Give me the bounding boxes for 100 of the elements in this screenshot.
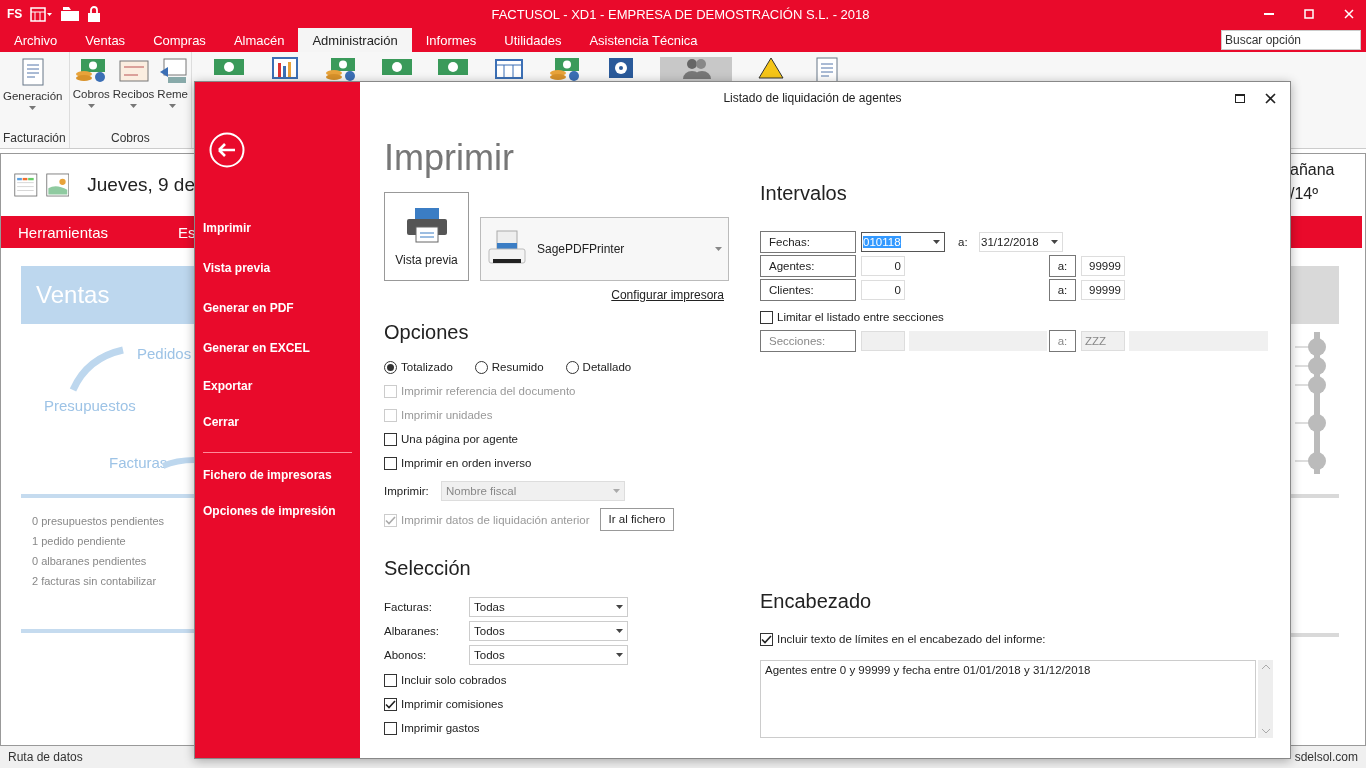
checkbox[interactable]: Incluir solo cobrados [384,668,507,692]
range-label: Secciones: [760,330,856,352]
filter-dropdown[interactable]: Todas [469,597,628,617]
configure-printer-link[interactable]: Configurar impresora [611,287,724,303]
people-icon [681,57,712,79]
sidebar-item[interactable]: Cerrar [203,404,352,440]
menu-tab[interactable]: Compras [139,28,220,52]
document-icon [20,58,45,86]
caret-icon [169,104,177,108]
page-heading: Imprimir [384,138,515,178]
group-label: Cobros [110,131,151,147]
section-tab[interactable]: Herramientas [18,223,109,241]
ribbon-icon-button[interactable] [660,57,733,81]
pending-item[interactable]: 2 facturas sin contabilizar [32,574,195,588]
menu-tab[interactable]: Archivo [0,28,72,52]
chart-icon [272,57,299,79]
date-from-field[interactable]: 010118 [861,232,945,252]
checkbox[interactable]: Imprimir gastos [384,716,480,740]
caret-icon [613,489,620,493]
lock-icon[interactable] [88,6,101,22]
app-logo: FS [7,7,23,21]
range-separator: a: [1049,330,1076,352]
maximize-icon[interactable] [1235,93,1245,103]
sidebar-item[interactable]: Exportar [203,368,352,404]
warning-icon [758,57,785,79]
weather-text: añana [1290,160,1336,180]
menu-tab[interactable]: Ventas [71,28,140,52]
go-to-file-button[interactable]: Ir al fichero [599,507,675,531]
menu-tab[interactable]: Asistencia Técnica [575,28,712,52]
table-icon[interactable] [14,170,38,200]
sidebar-item[interactable]: Vista previa [203,248,352,288]
weather-text: /14º [1290,184,1320,204]
menu-tab[interactable]: Almacén [219,28,299,52]
landscape-icon[interactable] [45,170,70,200]
sidebar-item[interactable]: Generar en PDF [203,288,352,328]
checkmark-icon [385,515,396,525]
group-label: Facturación [3,131,66,147]
range-from-field[interactable]: 0 [861,280,905,300]
pending-item[interactable]: 0 albaranes pendientes [32,554,195,568]
section-heading: Encabezado [760,590,873,612]
back-icon[interactable] [209,132,245,168]
caret-icon [29,106,37,110]
range-to-field[interactable]: 99999 [1081,280,1125,300]
ribbon-button[interactable]: Generación [3,52,63,131]
caret-icon [616,629,623,633]
banknote-icon [213,57,246,77]
field-label: Facturas: [384,601,433,613]
close-icon[interactable] [1265,92,1276,104]
section-from-field[interactable] [861,331,905,351]
coins-icon [75,58,108,84]
menu-tab[interactable]: Informes [411,28,491,52]
filter-dropdown[interactable]: Todos [469,621,628,641]
ribbon-button[interactable]: Cobros [72,52,110,131]
radio-button[interactable]: Totalizado [384,360,453,374]
sidebar-item[interactable]: Imprimir [203,208,352,248]
dialog-title: Listado de liquidación de agentes [722,91,903,105]
caret-icon [933,240,940,244]
caret-icon [616,605,623,609]
date-to-field[interactable]: 31/12/2018 [979,232,1063,252]
printer-icon [405,206,448,243]
search-field[interactable]: Buscar opción [1221,30,1361,50]
pending-item[interactable]: 0 presupuestos pendientes [32,514,195,528]
checkbox[interactable]: Incluir texto de límites en el encabezado del informe: [760,627,1046,651]
checkbox[interactable]: Limitar el listado entre secciones [760,305,944,329]
ribbon-button[interactable]: Reme [157,52,189,131]
range-from-field[interactable]: 0 [861,256,905,276]
range-label: Fechas: [760,231,856,253]
field-label: Albaranes: [384,625,440,637]
checkbox[interactable]: Imprimir en orden inverso [384,451,532,475]
field-label: Abonos: [384,649,428,661]
folder-icon[interactable] [60,6,81,22]
header-text-field[interactable]: Agentes entre 0 y 99999 y fecha entre 01/01/2018 y 31/12/2018 [760,660,1256,738]
window-title: FACTUSOL - XD1 - EMPRESA DE DEMOSTRACIÓN S.L. - 2018 [490,6,871,22]
sidebar-item[interactable]: Generar en EXCEL [203,328,352,368]
checkbox[interactable]: Una página por agente [384,427,518,451]
checkbox[interactable]: Imprimir comisiones [384,692,504,716]
sidebar-item[interactable]: Fichero de impresoras [203,457,352,493]
range-separator: a: [958,236,969,248]
range-to-field[interactable]: 99999 [1081,256,1125,276]
panel-title: Ventas [36,281,110,309]
preview-button[interactable]: Vista previa [384,192,469,281]
radio-button[interactable]: Resumido [474,360,544,374]
menu-tab[interactable]: Utilidades [490,28,576,52]
pending-item[interactable]: 1 pedido pendiente [32,534,195,548]
status-text: Ruta de datos [8,750,83,764]
section-heading: Intervalos [760,182,848,204]
website-link[interactable]: sdelsol.com [1294,750,1358,764]
sidebar-item[interactable]: Opciones de impresión [203,493,352,529]
range-label: Clientes: [760,279,856,301]
radio-button[interactable]: Detallado [565,360,632,374]
safe-icon [608,57,635,79]
filter-dropdown[interactable]: Todos [469,645,628,665]
ribbon-button[interactable]: Recibos [112,52,155,131]
range-label: Agentes: [760,255,856,277]
printer-dropdown[interactable]: SagePDFPrinter [480,217,729,281]
checkmark-icon [761,634,772,644]
checkmark-icon [385,699,396,709]
menu-tab[interactable]: Administración [298,28,412,52]
panel-background [1290,266,1339,324]
calendar-icon[interactable] [30,6,53,22]
